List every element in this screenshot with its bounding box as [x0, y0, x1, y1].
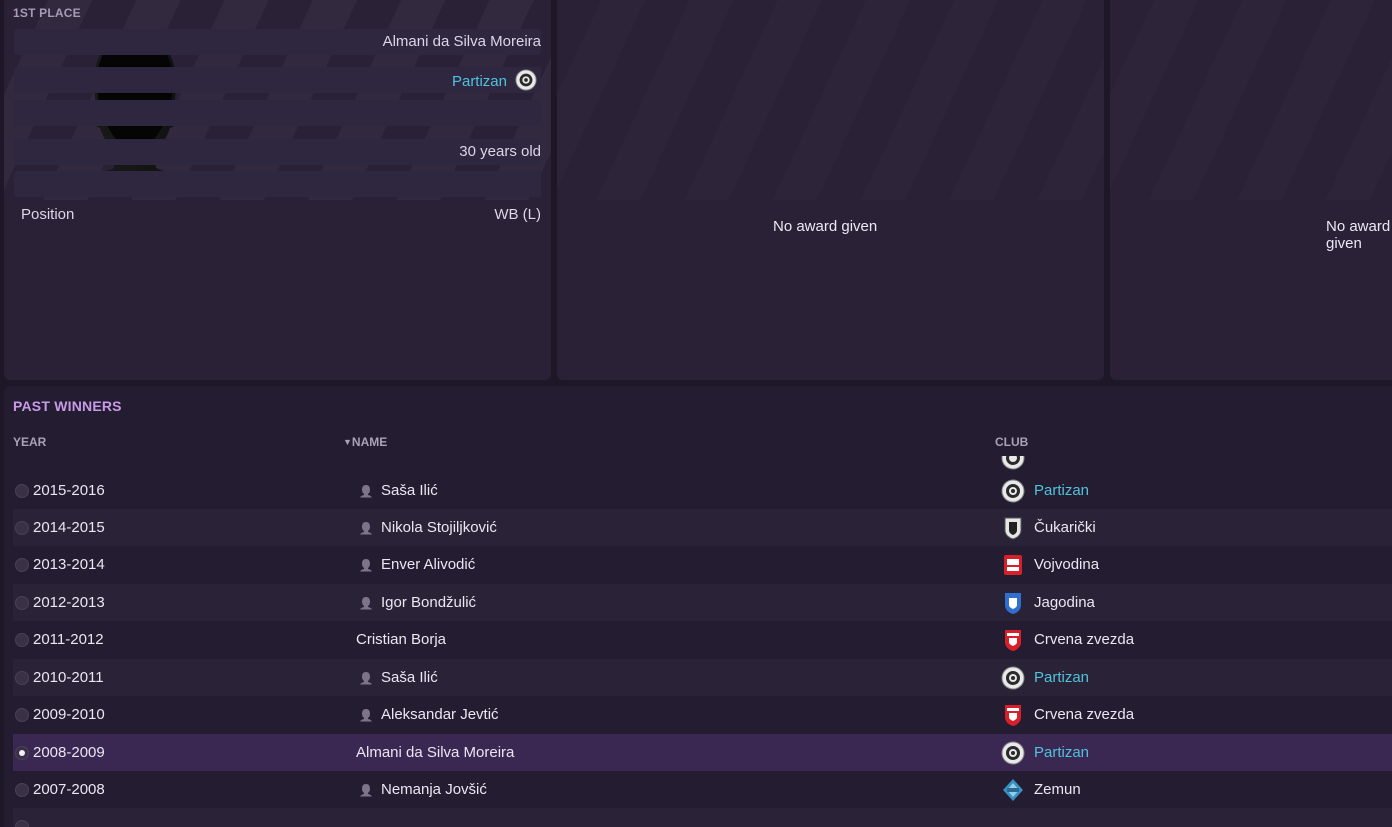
row-radio-selected[interactable] [15, 746, 29, 760]
person-icon [360, 597, 372, 610]
partizan-badge-icon [1001, 456, 1025, 470]
table-row[interactable]: 2015-2016 Saša Ilić Partizan [13, 472, 1392, 509]
person-icon [360, 485, 372, 498]
no-award-message: No award given [773, 218, 878, 235]
row-player-name[interactable]: Almani da Silva Moreira [356, 744, 514, 761]
row-year: 2011-2012 [33, 631, 104, 648]
position-label: Position [21, 206, 75, 223]
table-row[interactable]: 2007-2008 Nemanja Jovšić Zemun [13, 771, 1392, 808]
row-year: 2013-2014 [33, 556, 105, 573]
table-row[interactable]: 2013-2014 Enver Alivodić Vojvodina [13, 546, 1392, 583]
table-row[interactable]: 2014-2015 Nikola Stojiljković Čukarički [13, 509, 1392, 546]
place-label: 1ST PLACE [13, 6, 81, 20]
row-club[interactable]: Partizan [1034, 744, 1089, 761]
row-player-name[interactable]: Igor Bondžulić [381, 594, 476, 611]
table-row[interactable] [13, 808, 1392, 827]
row-year: 2007-2008 [33, 781, 105, 798]
first-place-panel: 1ST PLACE Almani da Silva Moreira Partiz… [4, 0, 551, 380]
row-club[interactable]: Zemun [1034, 781, 1081, 798]
partizan-badge-icon[interactable] [1001, 479, 1025, 503]
person-icon [360, 709, 372, 722]
sort-desc-icon: ▼ [343, 437, 352, 447]
row-player-name[interactable]: Aleksandar Jevtić [381, 706, 499, 723]
column-header-club[interactable]: CLUB [995, 435, 1028, 449]
row-year: 2008-2009 [33, 744, 105, 761]
row-club[interactable]: Čukarički [1034, 519, 1096, 536]
row-radio[interactable] [15, 633, 29, 647]
person-icon [360, 522, 372, 535]
row-player-name[interactable]: Saša Ilić [381, 482, 438, 499]
row-player-name[interactable]: Saša Ilić [381, 669, 438, 686]
row-player-name[interactable]: Nemanja Jovšić [381, 781, 487, 798]
vojvodina-badge-icon[interactable] [1001, 553, 1025, 577]
table-row-selected[interactable]: 2008-2009 Almani da Silva Moreira Partiz… [13, 734, 1392, 771]
person-icon [360, 672, 372, 685]
second-place-panel: No award given [557, 0, 1104, 380]
table-row[interactable]: 2011-2012 Cristian Borja Crvena zvezda [13, 621, 1392, 658]
zemun-badge-icon[interactable] [1001, 778, 1025, 802]
row-year: 2014-2015 [33, 519, 105, 536]
player-club-link[interactable]: Partizan [452, 73, 507, 90]
table-row[interactable]: 2010-2011 Saša Ilić Partizan [13, 659, 1392, 696]
partizan-badge-icon[interactable] [515, 69, 537, 91]
no-award-message: No award given [1326, 218, 1391, 252]
person-icon [360, 784, 372, 797]
crvena-zvezda-badge-icon[interactable] [1001, 628, 1025, 652]
past-winners-section: PAST WINNERS YEAR ▼NAME CLUB 2015-2016 S… [4, 386, 1392, 827]
player-name[interactable]: Almani da Silva Moreira [383, 33, 541, 50]
row-radio[interactable] [15, 671, 29, 685]
table-row[interactable]: 2009-2010 Aleksandar Jevtić Crvena zvezd… [13, 696, 1392, 733]
table-row[interactable]: 2012-2013 Igor Bondžulić Jagodina [13, 584, 1392, 621]
row-club[interactable]: Partizan [1034, 669, 1089, 686]
row-player-name[interactable]: Enver Alivodić [381, 556, 475, 573]
row-radio[interactable] [15, 708, 29, 722]
row-club[interactable]: Crvena zvezda [1034, 706, 1134, 723]
row-radio[interactable] [15, 521, 29, 535]
awards-screen: 1ST PLACE Almani da Silva Moreira Partiz… [0, 0, 1392, 827]
row-year: 2015-2016 [33, 482, 105, 499]
row-player-name[interactable]: Nikola Stojiljković [381, 519, 497, 536]
column-header-year[interactable]: YEAR [13, 435, 46, 449]
jagodina-badge-icon[interactable] [1001, 591, 1025, 615]
row-club[interactable]: Crvena zvezda [1034, 631, 1134, 648]
section-title: PAST WINNERS [13, 398, 122, 414]
row-radio[interactable] [15, 484, 29, 498]
partizan-badge-icon[interactable] [1001, 741, 1025, 765]
row-club[interactable]: Partizan [1034, 482, 1089, 499]
position-value: WB (L) [494, 206, 541, 223]
player-club: Partizan [452, 69, 541, 93]
column-header-name[interactable]: ▼NAME [343, 435, 387, 449]
crvena-zvezda-badge-icon[interactable] [1001, 703, 1025, 727]
column-header-name-label: NAME [351, 435, 388, 449]
row-radio[interactable] [15, 558, 29, 572]
row-year: 2012-2013 [33, 594, 105, 611]
row-club[interactable]: Jagodina [1034, 594, 1095, 611]
partizan-badge-icon[interactable] [1001, 666, 1025, 690]
row-radio[interactable] [15, 596, 29, 610]
row-radio[interactable] [15, 820, 29, 827]
player-age: 30 years old [459, 143, 541, 160]
row-radio[interactable] [15, 783, 29, 797]
winners-table: 2015-2016 Saša Ilić Partizan 2014-2015 N… [13, 456, 1392, 827]
row-year: 2009-2010 [33, 706, 105, 723]
third-place-panel: No award given [1110, 0, 1392, 380]
person-icon [360, 559, 372, 572]
row-year: 2010-2011 [33, 669, 104, 686]
cukaricki-badge-icon[interactable] [1001, 516, 1025, 540]
row-club[interactable]: Vojvodina [1034, 556, 1099, 573]
row-player-name[interactable]: Cristian Borja [356, 631, 446, 648]
